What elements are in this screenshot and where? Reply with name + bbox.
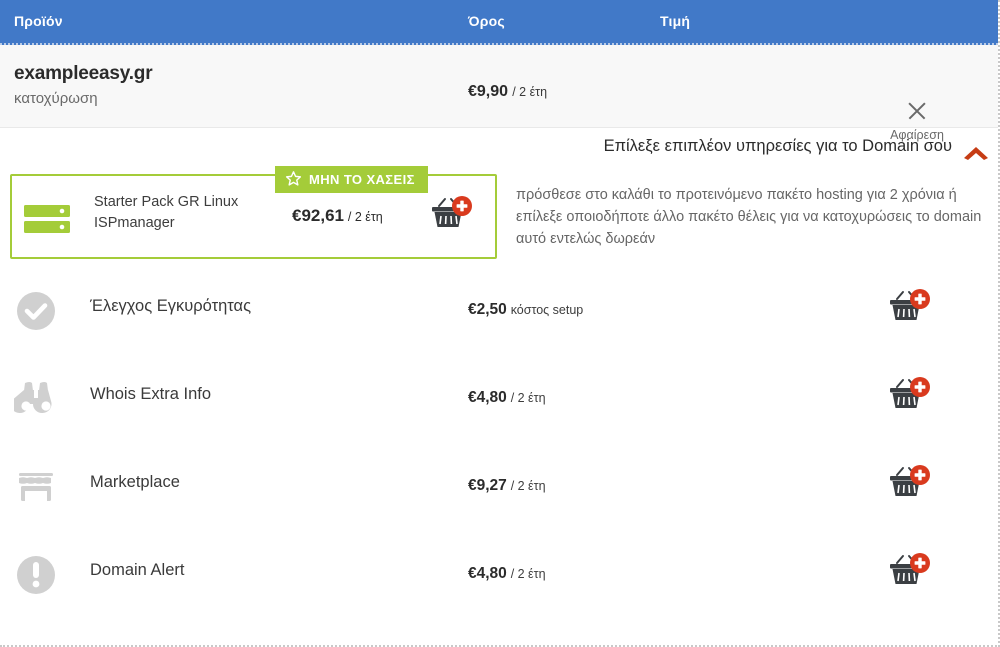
addon-add-to-cart-button[interactable] [888, 289, 932, 329]
column-header-price: Τιμή [660, 13, 691, 29]
alert-exclamation-icon [14, 553, 58, 597]
domain-line-item: exampleeasy.gr κατοχύρωση €9,90 / 2 έτη … [0, 45, 998, 142]
domain-price-period: / 2 έτη [512, 85, 548, 99]
promo-add-to-cart-button[interactable] [430, 196, 474, 236]
promo-badge: ΜΗΝ ΤΟ ΧΑΣΕΙΣ [275, 166, 428, 193]
addon-name: Έλεγχος Εγκυρότητας [90, 297, 252, 315]
promo-package-section: Starter Pack GR Linux ISPmanager €92,61 … [0, 166, 998, 271]
column-header-term: Όρος [468, 13, 505, 29]
domain-price-amount: €9,90 [468, 83, 509, 100]
addon-name: Whois Extra Info [90, 385, 212, 403]
domain-price: €9,90 / 2 έτη [468, 83, 547, 101]
cart-table-header: Προϊόν Όρος Τιμή [0, 0, 998, 45]
addons-section-header: Επίλεξε επιπλέον υπηρεσίες για το Domain… [0, 128, 998, 166]
addon-price-amount: €4,80 [468, 389, 507, 406]
binoculars-icon [10, 377, 58, 421]
addon-row-domain-alert: Domain Alert €4,80 / 2 έτη [0, 535, 998, 623]
addon-row-marketplace: Marketplace €9,27 / 2 έτη [0, 447, 998, 535]
promo-package-name: Starter Pack GR Linux ISPmanager [94, 194, 239, 231]
close-x-icon [906, 100, 928, 122]
chevron-up-icon[interactable] [962, 144, 990, 160]
addon-add-to-cart-button[interactable] [888, 465, 932, 505]
addon-add-to-cart-button[interactable] [888, 377, 932, 417]
addon-price: €9,27 / 2 έτη [468, 477, 546, 495]
addon-price-period: / 2 έτη [510, 567, 546, 581]
addon-price-period: / 2 έτη [510, 391, 546, 405]
promo-price-period: / 2 έτη [347, 210, 383, 224]
check-circle-icon [14, 289, 58, 333]
promo-package-price: €92,61 / 2 έτη [292, 206, 383, 226]
addon-add-to-cart-button[interactable] [888, 553, 932, 593]
addon-price-amount: €2,50 [468, 301, 507, 318]
addon-row-validity-check: Έλεγχος Εγκυρότητας €2,50 κόστος setup [0, 271, 998, 359]
storefront-icon [14, 465, 58, 509]
addon-price-period: κόστος setup [510, 303, 584, 317]
addon-price-amount: €4,80 [468, 565, 507, 582]
addon-name: Marketplace [90, 473, 180, 491]
domain-name: exampleeasy.gr [14, 63, 153, 84]
server-icon [24, 204, 70, 234]
addon-price: €2,50 κόστος setup [468, 301, 583, 319]
addon-price-period: / 2 έτη [510, 479, 546, 493]
addon-price-amount: €9,27 [468, 477, 507, 494]
addon-price: €4,80 / 2 έτη [468, 565, 546, 583]
addon-price: €4,80 / 2 έτη [468, 389, 546, 407]
column-header-product: Προϊόν [14, 13, 63, 29]
promo-price-amount: €92,61 [292, 206, 344, 225]
promo-badge-label: ΜΗΝ ΤΟ ΧΑΣΕΙΣ [309, 172, 415, 187]
addons-section-title: Επίλεξε επιπλέον υπηρεσίες για το Domain… [603, 137, 952, 155]
star-icon [285, 170, 302, 190]
domain-subtitle: κατοχύρωση [14, 90, 98, 107]
promo-description: πρόσθεσε στο καλάθι το προτεινόμενο πακέ… [516, 187, 982, 248]
addon-row-whois-extra-info: Whois Extra Info €4,80 / 2 έτη [0, 359, 998, 447]
cart-panel: Προϊόν Όρος Τιμή exampleeasy.gr κατοχύρω… [0, 0, 1000, 647]
addon-name: Domain Alert [90, 561, 185, 579]
